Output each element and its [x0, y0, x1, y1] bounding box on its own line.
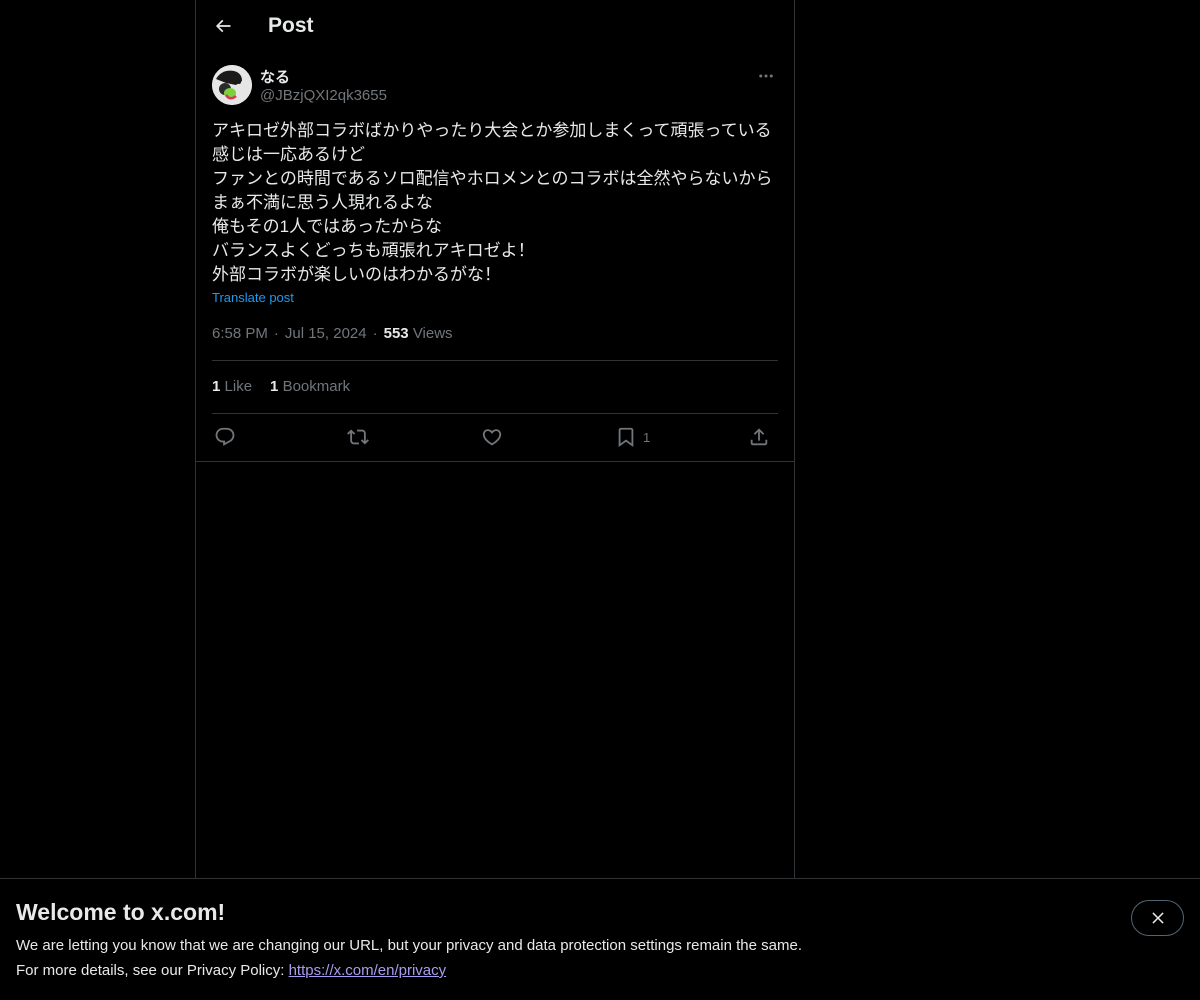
separator: · [273, 325, 279, 342]
bookmark-action-count: 1 [643, 429, 651, 445]
share-button[interactable] [748, 423, 770, 451]
share-icon [750, 428, 768, 446]
bookmarks-stat-link[interactable]: 1 Bookmark [270, 378, 350, 395]
reply-button[interactable] [214, 423, 236, 451]
post-actions: 1 [212, 423, 778, 451]
welcome-banner: Welcome to x.com! We are letting you kno… [0, 878, 1200, 1000]
post-time-link[interactable]: 6:58 PM · Jul 15, 2024 [212, 325, 367, 342]
page-header: Post [196, 0, 794, 54]
page-title: Post [268, 14, 314, 37]
arrow-left-icon [215, 19, 231, 33]
post-text-line: 俺もその1人ではあったからな [212, 217, 443, 236]
back-button[interactable] [206, 9, 240, 43]
post-author: なる @JBzjQXI2qk3655 [212, 64, 778, 108]
views-label: Views [412, 325, 453, 342]
post-text-line: まぁ不満に思う人現れるよな [212, 193, 433, 212]
banner-privacy-line: For more details, see our Privacy Policy… [16, 962, 446, 979]
repost-button[interactable] [347, 423, 369, 451]
bookmarks-label: Bookmark [282, 378, 351, 395]
heart-icon [482, 429, 502, 446]
author-handle[interactable]: @JBzjQXI2qk3655 [260, 87, 387, 104]
post-bottom-divider [196, 461, 794, 462]
likes-stat-link[interactable]: 1 Like [212, 378, 252, 395]
separator: · [372, 325, 378, 342]
banner-message: We are letting you know that we are chan… [16, 937, 802, 954]
avatar-image [212, 65, 252, 105]
bookmarks-count: 1 [270, 378, 279, 395]
divider [212, 360, 778, 361]
more-options-button[interactable] [754, 64, 778, 88]
post-date: Jul 15, 2024 [284, 325, 367, 342]
primary-column: Post なる @JBzjQXI2qk3655 アキロゼ外部コラボばかりやったり… [195, 0, 795, 1000]
likes-label: Like [224, 378, 253, 395]
post-text-line: 感じは一応あるけど [212, 145, 365, 164]
close-icon [1151, 912, 1164, 924]
engagement-stats: 1 Like 1 Bookmark [212, 378, 368, 395]
post-text-line: バランスよくどっちも頑張れアキロゼよ！ [212, 241, 535, 260]
views-count: 553 [383, 325, 409, 342]
author-display-name[interactable]: なる [260, 66, 290, 87]
privacy-policy-link[interactable]: https://x.com/en/privacy [289, 962, 447, 979]
post-text: アキロゼ外部コラボばかりやったり大会とか参加しまくって頑張っている 感じは一応あ… [212, 119, 782, 287]
banner-privacy-prefix: For more details, see our Privacy Policy… [16, 962, 289, 979]
banner-title: Welcome to x.com! [16, 899, 226, 925]
repost-icon [347, 429, 369, 445]
likes-count: 1 [212, 378, 221, 395]
bookmark-button[interactable]: 1 [615, 423, 650, 451]
post-metadata: 6:58 PM · Jul 15, 2024 · 553 Views [212, 325, 453, 342]
post-text-line: ファンとの時間であるソロ配信やホロメンとのコラボは全然やらないから [212, 169, 773, 188]
bookmark-icon [618, 427, 634, 448]
post-text-line: 外部コラボが楽しいのはわかるがな！ [212, 265, 501, 284]
post-time: 6:58 PM [212, 325, 268, 342]
post-text-line: アキロゼ外部コラボばかりやったり大会とか参加しまくって頑張っている [212, 121, 772, 140]
avatar[interactable] [212, 65, 252, 105]
like-button[interactable] [481, 423, 503, 451]
banner-close-button[interactable] [1131, 900, 1184, 936]
reply-icon [215, 427, 235, 446]
divider [212, 413, 778, 414]
more-horizontal-icon [759, 74, 773, 78]
translate-post-link[interactable]: Translate post [212, 290, 294, 305]
